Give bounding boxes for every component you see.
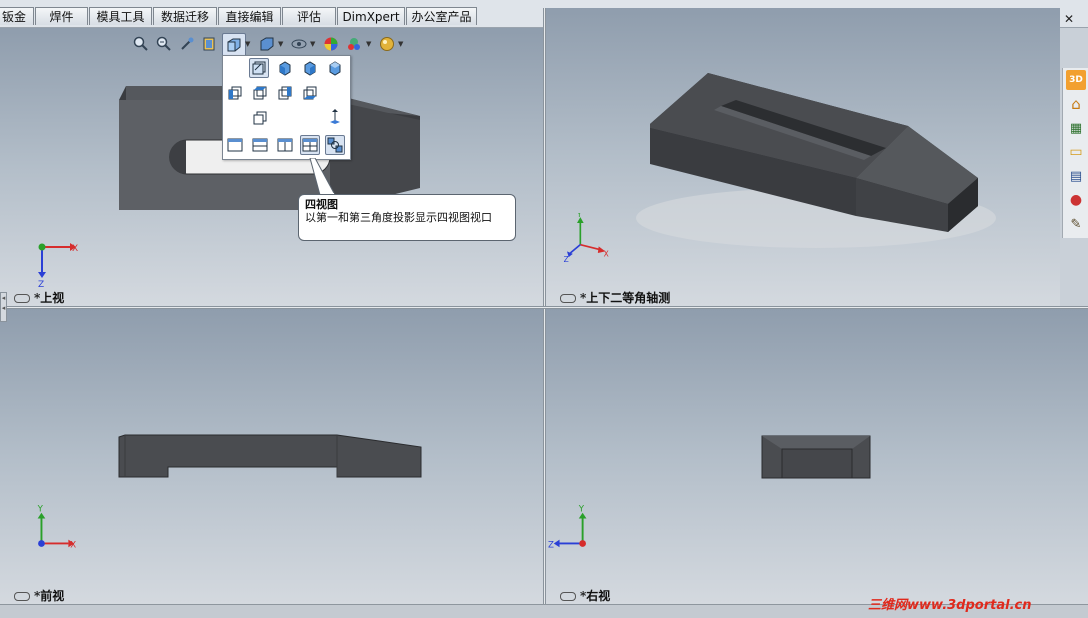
zoom-to-area-icon[interactable] xyxy=(155,35,173,53)
zoom-to-fit-icon[interactable] xyxy=(132,35,150,53)
viewport-label-front: *前视 xyxy=(14,587,64,604)
axis-x-label: X xyxy=(70,540,76,550)
viewport-splitter-horizontal[interactable] xyxy=(0,306,1088,309)
single-view-icon[interactable] xyxy=(225,135,245,155)
view-settings-icon[interactable] xyxy=(378,35,396,53)
edit-appearance-icon[interactable] xyxy=(322,35,340,53)
dimetric-view-icon[interactable] xyxy=(325,108,345,128)
chevron-down-icon[interactable]: ▼ xyxy=(310,40,315,48)
viewport-label-dimetric: *上下二等角轴测 xyxy=(560,289,670,306)
axis-y-label: Y xyxy=(578,505,585,515)
watermark: 三维网www.3dportal.cn xyxy=(868,598,1032,613)
axis-triad-right: Y Z xyxy=(548,505,587,550)
link-icon xyxy=(14,592,30,601)
axis-triad-top: X Z xyxy=(38,243,78,290)
view-palette-icon[interactable]: ▤ xyxy=(1066,166,1086,186)
normal-to-icon[interactable] xyxy=(249,58,269,78)
four-view-tooltip: 四视图 以第一和第三角度投影显示四视图视口 xyxy=(298,194,516,241)
viewport-right[interactable]: Y Z *右视 xyxy=(546,309,1088,604)
four-view-icon[interactable] xyxy=(300,135,320,155)
chevron-down-icon[interactable]: ▼ xyxy=(366,40,371,48)
viewport-dimetric[interactable]: Y X Z *上下二等角轴测 xyxy=(546,8,1060,306)
tab-evaluate[interactable]: 评估 xyxy=(282,7,336,25)
part-front-view xyxy=(118,434,422,478)
two-view-horizontal-icon[interactable] xyxy=(250,135,270,155)
view-orientation-icon[interactable] xyxy=(222,33,246,57)
feature-manager-collapse-handle[interactable]: ◂ ◂ xyxy=(0,292,7,322)
solidworks-resources-icon[interactable]: 3D xyxy=(1066,70,1086,90)
tab-weldments[interactable]: 焊件 xyxy=(35,7,88,25)
front-view-icon[interactable] xyxy=(275,58,295,78)
tab-mold-tools[interactable]: 模具工具 xyxy=(89,7,152,25)
viewport-label-top: *上视 xyxy=(14,289,64,306)
part-right-view xyxy=(761,435,871,479)
tooltip-title: 四视图 xyxy=(305,198,338,211)
custom-properties-icon[interactable]: ✎ xyxy=(1066,214,1086,234)
axis-z-label: Z xyxy=(564,255,569,263)
tab-dimxpert[interactable]: DimXpert xyxy=(337,7,405,25)
link-icon xyxy=(14,294,30,303)
task-pane: 3D ⌂ ▦ ▭ ▤ ● ✎ xyxy=(1062,68,1088,238)
apply-scene-icon[interactable] xyxy=(345,35,363,53)
link-icon xyxy=(560,592,576,601)
section-view-icon[interactable] xyxy=(200,35,218,53)
home-icon[interactable]: ⌂ xyxy=(1066,94,1086,114)
axis-y-label: Y xyxy=(576,213,582,219)
axis-x-label: X xyxy=(72,244,78,254)
view-orientation-flyout xyxy=(222,55,351,160)
trimetric-view-icon[interactable] xyxy=(250,108,270,128)
axis-z-label: Z xyxy=(548,540,554,550)
tooltip-pointer xyxy=(309,158,336,196)
display-style-icon[interactable] xyxy=(258,35,276,53)
previous-view-icon[interactable] xyxy=(178,35,196,53)
close-icon[interactable]: ✕ xyxy=(1064,13,1074,25)
tab-direct-editing[interactable]: 直接编辑 xyxy=(218,7,281,25)
link-views-icon[interactable] xyxy=(325,135,345,155)
chevron-down-icon[interactable]: ▼ xyxy=(278,40,283,48)
design-library-icon[interactable]: ▦ xyxy=(1066,118,1086,138)
file-explorer-icon[interactable]: ▭ xyxy=(1066,142,1086,162)
viewport-front[interactable]: Y X *前视 xyxy=(0,309,543,604)
top-view-icon[interactable] xyxy=(250,83,270,103)
viewport-label-right: *右视 xyxy=(560,587,610,604)
chevron-down-icon[interactable]: ▼ xyxy=(245,40,250,48)
hide-show-items-icon[interactable] xyxy=(290,35,308,53)
bottom-view-icon[interactable] xyxy=(275,83,295,103)
axis-y-label: Y xyxy=(37,505,44,515)
tooltip-text: 以第一和第三角度投影显示四视图视口 xyxy=(305,211,492,224)
left-view-icon[interactable] xyxy=(325,58,345,78)
isometric-view-icon[interactable] xyxy=(300,83,320,103)
two-view-vertical-icon[interactable] xyxy=(275,135,295,155)
tab-office-products[interactable]: 办公室产品 xyxy=(406,7,477,25)
tab-data-migration[interactable]: 数据迁移 xyxy=(153,7,217,25)
part-dimetric-view xyxy=(636,73,996,248)
axis-triad-front: Y X xyxy=(37,505,77,550)
right-view-icon[interactable] xyxy=(225,83,245,103)
appearances-icon[interactable]: ● xyxy=(1066,190,1086,210)
axis-x-label: X xyxy=(604,249,609,258)
link-icon xyxy=(560,294,576,303)
tab-sheet-metal[interactable]: 钣金 xyxy=(0,7,34,25)
chevron-down-icon[interactable]: ▼ xyxy=(398,40,403,48)
axis-triad-dimetric: Y X Z xyxy=(564,213,609,263)
back-view-icon[interactable] xyxy=(300,58,320,78)
